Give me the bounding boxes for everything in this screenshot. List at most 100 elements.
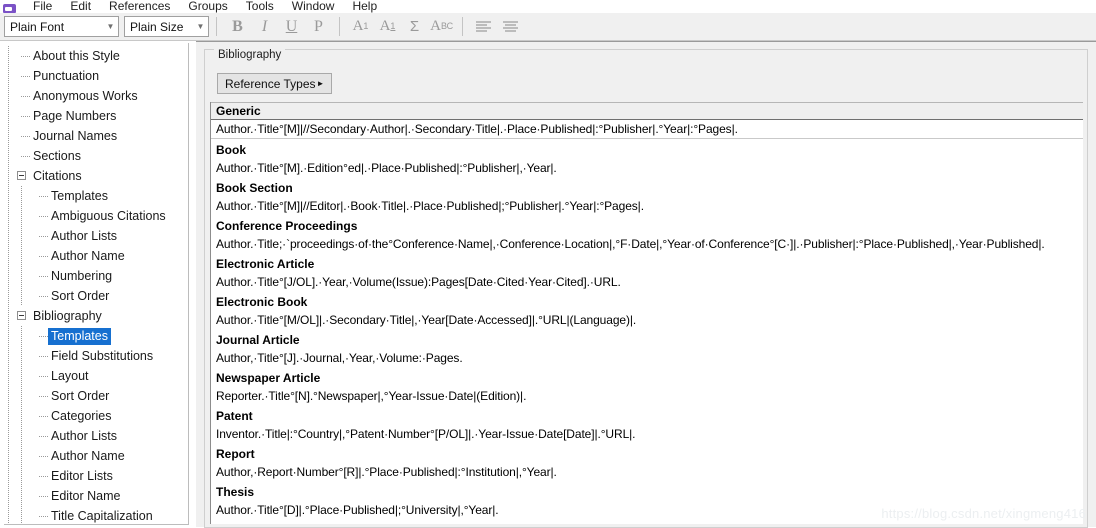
templates-editor[interactable]: Generic Author.·Title°[M]|//Secondary·Aut… xyxy=(210,102,1083,524)
tree-collapse-icon[interactable] xyxy=(17,171,26,180)
tree-guide xyxy=(4,106,12,126)
tree-item-author-name[interactable]: Author Name xyxy=(4,446,188,466)
tree-item-label: Field Substitutions xyxy=(51,348,154,363)
align-left-icon[interactable] xyxy=(470,15,497,39)
font-select[interactable]: Plain Font ▼ xyxy=(4,16,119,37)
tree-item-categories[interactable]: Categories xyxy=(4,406,188,426)
menu-item-tools[interactable]: Tools xyxy=(237,0,283,13)
tree-item-anonymous-works[interactable]: Anonymous Works xyxy=(4,86,188,106)
tree-guide xyxy=(4,346,12,366)
menu-item-edit[interactable]: Edit xyxy=(61,0,100,13)
align-justify-icon[interactable] xyxy=(497,15,524,39)
spellcheck-abc-button[interactable]: A BC xyxy=(428,15,455,39)
subscript-button[interactable]: A1 xyxy=(374,15,401,39)
italic-button[interactable]: I xyxy=(251,15,278,39)
tree-item-templates[interactable]: Templates xyxy=(4,326,188,346)
tree-item-title-capitalization[interactable]: Title Capitalization xyxy=(4,506,188,524)
tree-guide xyxy=(12,506,30,524)
style-sections-tree-panel[interactable]: About this Style Punctuation Anonymous Wor… xyxy=(4,43,189,525)
bibliography-groupbox: Bibliography Reference Types ► Generic Au… xyxy=(204,49,1088,528)
tree-item-bibliography[interactable]: Bibliography xyxy=(4,306,188,326)
tree-guide xyxy=(30,466,48,486)
tree-guide xyxy=(4,166,12,186)
tree-item-sort-order[interactable]: Sort Order xyxy=(4,386,188,406)
main-body: About this Style Punctuation Anonymous Wor… xyxy=(0,41,1096,528)
menu-item-references[interactable]: References xyxy=(100,0,179,13)
tree-item-label: Numbering xyxy=(51,268,113,283)
tree-item-editor-lists[interactable]: Editor Lists xyxy=(4,466,188,486)
tree-item-layout[interactable]: Layout xyxy=(4,366,188,386)
tree-guide xyxy=(30,446,48,466)
tree-guide xyxy=(12,386,30,406)
tree-item-journal-names[interactable]: Journal Names xyxy=(4,126,188,146)
tree-item-sections[interactable]: Sections xyxy=(4,146,188,166)
menu-item-file[interactable]: File xyxy=(24,0,61,13)
tree-item-field-substitutions[interactable]: Field Substitutions xyxy=(4,346,188,366)
caret-right-icon: ► xyxy=(316,78,325,88)
tree-item-label: Editor Name xyxy=(51,488,121,503)
template-definition[interactable]: Author,·Report·Number°[R]|.°Place·Publis… xyxy=(211,463,1083,481)
tree-item-author-lists[interactable]: Author Lists xyxy=(4,226,188,246)
tree-item-citations[interactable]: Citations xyxy=(4,166,188,186)
menu-item-window[interactable]: Window xyxy=(283,0,344,13)
tree-item-label: Ambiguous Citations xyxy=(51,208,166,223)
tree-guide xyxy=(4,286,12,306)
size-select[interactable]: Plain Size ▼ xyxy=(124,16,209,37)
chevron-down-icon: ▼ xyxy=(196,22,205,31)
tree-item-ambiguous-citations[interactable]: Ambiguous Citations xyxy=(4,206,188,226)
superscript-button[interactable]: A1 xyxy=(347,15,374,39)
tree-item-label: Author Name xyxy=(51,448,125,463)
tree-collapse-icon[interactable] xyxy=(17,311,26,320)
template-definition[interactable]: Author.·Title°[M].·Edition°ed|.·Place·Pu… xyxy=(211,159,1083,177)
plain-text-button[interactable]: P xyxy=(305,15,332,39)
bibliography-templates-panel: Bibliography Reference Types ► Generic Au… xyxy=(196,41,1096,528)
template-definition[interactable]: Reporter.·Title°[N].°Newspaper|,°Year-Is… xyxy=(211,387,1083,405)
tree-guide xyxy=(12,46,30,66)
tree-item-numbering[interactable]: Numbering xyxy=(4,266,188,286)
template-definition[interactable]: Author.·Title°[M]|//Secondary·Author|.·S… xyxy=(211,120,1083,139)
tree-guide xyxy=(30,386,48,406)
tree-item-sort-order[interactable]: Sort Order xyxy=(4,286,188,306)
sigma-symbol-button[interactable]: Σ xyxy=(401,15,428,39)
tree-item-punctuation[interactable]: Punctuation xyxy=(4,66,188,86)
template-type-header: Book xyxy=(216,143,246,157)
tree-item-editor-name[interactable]: Editor Name xyxy=(4,486,188,506)
tree-guide xyxy=(4,446,12,466)
menu-item-groups[interactable]: Groups xyxy=(179,0,236,13)
tree-item-label: Templates xyxy=(51,188,108,203)
tree-guide xyxy=(12,226,30,246)
template-type-header: Electronic Book xyxy=(216,295,308,309)
tree-item-label: Punctuation xyxy=(33,68,100,83)
tree-guide xyxy=(30,246,48,266)
tree-item-templates[interactable]: Templates xyxy=(4,186,188,206)
tree-guide xyxy=(30,186,48,206)
tree-guide xyxy=(12,186,30,206)
tree-item-label: Author Lists xyxy=(51,428,118,443)
template-definition[interactable]: Author.·Title°[J/OL].·Year,·Volume(Issue… xyxy=(211,273,1083,291)
tree-guide xyxy=(4,266,12,286)
template-definition[interactable]: Inventor.·Title|:°Country|,°Patent·Numbe… xyxy=(211,425,1083,443)
tree-item-page-numbers[interactable]: Page Numbers xyxy=(4,106,188,126)
template-definition[interactable]: Author,·Title°[J].·Journal,·Year,·Volume… xyxy=(211,349,1083,367)
tree-item-about-this-style[interactable]: About this Style xyxy=(4,46,188,66)
reference-types-button[interactable]: Reference Types ► xyxy=(217,73,333,94)
tree-guide xyxy=(4,246,12,266)
tree-guide xyxy=(12,346,30,366)
tree-item-author-name[interactable]: Author Name xyxy=(4,246,188,266)
tree-item-label: Sort Order xyxy=(51,388,110,403)
underline-button[interactable]: U xyxy=(278,15,305,39)
tree-guide xyxy=(12,146,30,166)
menu-item-help[interactable]: Help xyxy=(343,0,386,13)
tree-item-author-lists[interactable]: Author Lists xyxy=(4,426,188,446)
menu-bar: File Edit References Groups Tools Window… xyxy=(0,0,1096,13)
bold-button[interactable]: B xyxy=(224,15,251,39)
template-definition[interactable]: Author.·Title°[M/OL]|.·Secondary·Title|,… xyxy=(211,311,1083,329)
tree-guide xyxy=(12,306,30,326)
template-definition[interactable]: Author.·Title;·`proceedings·of·the°Confe… xyxy=(211,235,1083,253)
template-definition[interactable]: Author.·Title°[M]|//Editor|.·Book·Title|… xyxy=(211,197,1083,215)
tree-guide xyxy=(30,486,48,506)
tree-item-label: Author Name xyxy=(51,248,125,263)
tree-guide xyxy=(12,406,30,426)
tree-item-label: Editor Lists xyxy=(51,468,113,483)
size-select-value: Plain Size xyxy=(130,19,184,34)
